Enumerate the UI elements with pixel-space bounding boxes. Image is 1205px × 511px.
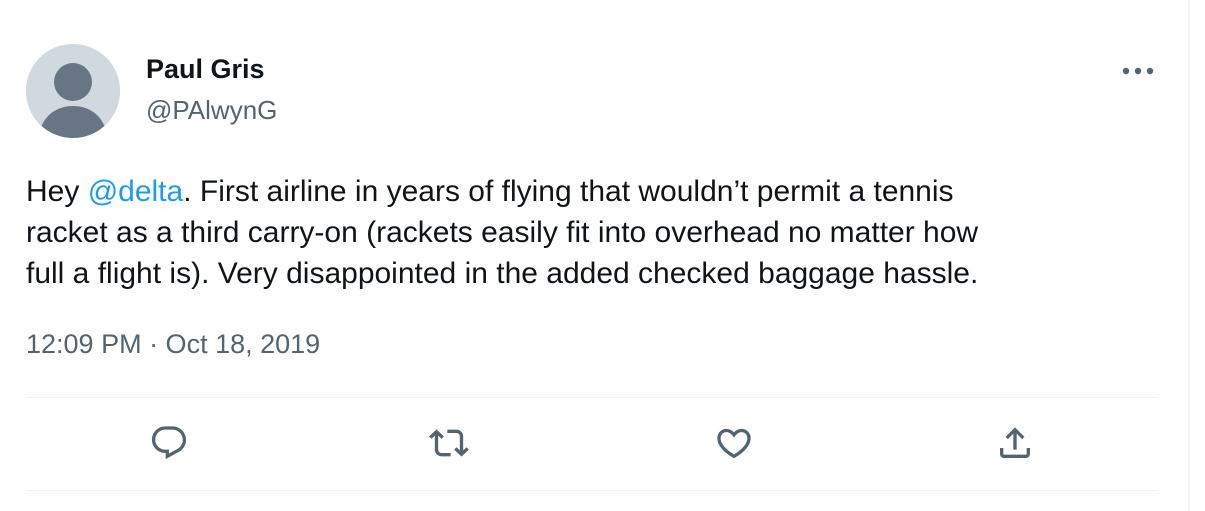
more-options-button[interactable] [1118,56,1158,86]
share-button[interactable] [992,420,1038,466]
tweet-line: full a flight is). Very disappointed in … [26,257,979,290]
reply-button[interactable] [146,420,192,466]
avatar[interactable] [26,44,120,138]
column-border [1188,0,1190,511]
tweet-page: Paul Gris @PAlwynG Hey @delta. First air… [0,0,1205,511]
tweet-line: Hey @delta. First airline in years of fl… [26,171,1176,212]
heart-icon [717,428,751,459]
tweet-text: Hey @delta. First airline in years of fl… [26,171,1176,294]
user-handle[interactable]: @PAlwynG [146,94,277,126]
tweet-text-segment: Hey [26,175,88,208]
divider [26,397,1158,398]
share-icon [1000,427,1030,458]
display-name[interactable]: Paul Gris [146,53,265,85]
reply-icon [151,426,187,460]
mention-link[interactable]: @delta [88,175,184,208]
retweet-button[interactable] [426,420,472,466]
tweet-line: racket as a third carry-on (rackets easi… [26,216,979,249]
tweet-text-segment: . First airline in years of flying that … [183,175,954,208]
default-avatar-icon [26,44,120,138]
like-button[interactable] [711,420,757,466]
retweet-icon [429,429,469,457]
divider [26,490,1158,491]
tweet-timestamp[interactable]: 12:09 PM · Oct 18, 2019 [26,326,320,362]
more-options-icon [1122,67,1154,75]
